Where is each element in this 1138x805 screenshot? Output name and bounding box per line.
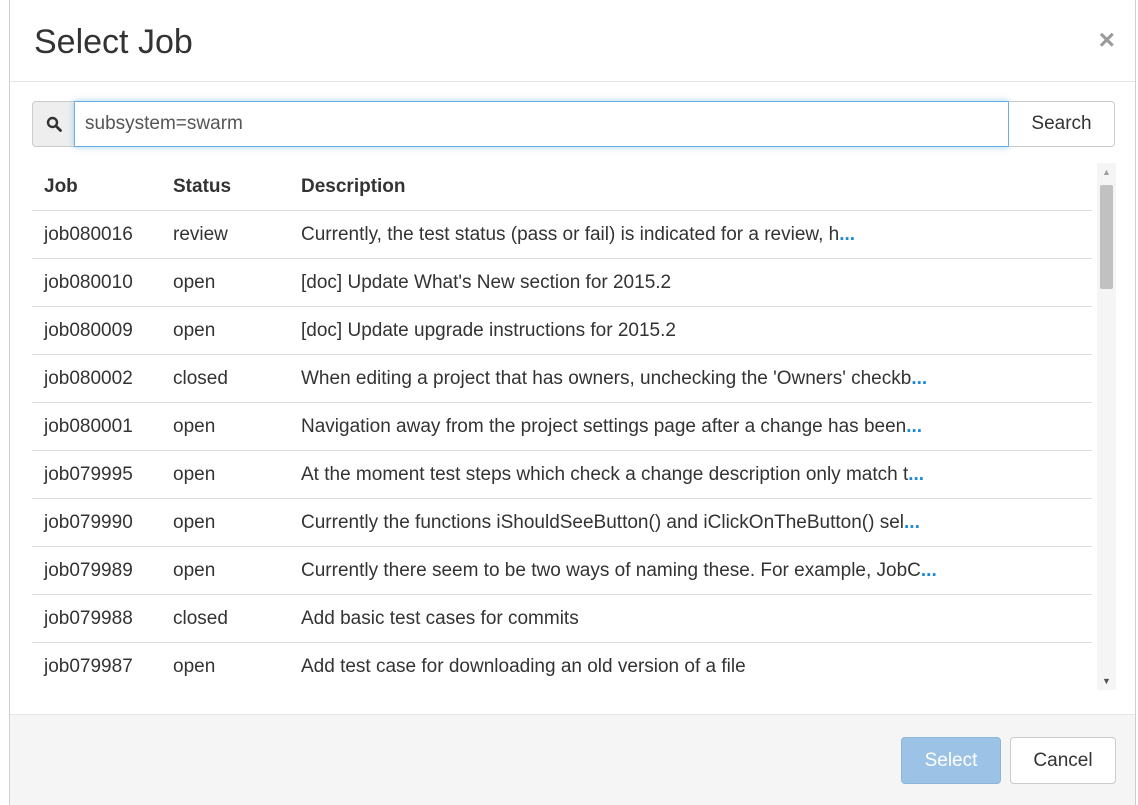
dialog-title: Select Job bbox=[34, 23, 193, 61]
table-row[interactable]: job080002 closed When editing a project … bbox=[32, 354, 1092, 403]
job-description: Currently the functions iShouldSeeButton… bbox=[289, 498, 1092, 547]
description-text: Currently the functions iShouldSeeButton… bbox=[301, 511, 905, 533]
job-description: Add test case for downloading an old ver… bbox=[289, 642, 1092, 690]
description-text: When editing a project that has owners, … bbox=[301, 367, 912, 389]
search-icon bbox=[32, 101, 74, 147]
description-text: [doc] Update upgrade instructions for 20… bbox=[301, 319, 676, 341]
search-bar: Search bbox=[32, 101, 1115, 147]
job-id: job079987 bbox=[32, 642, 161, 690]
more-ellipsis[interactable]: ... bbox=[911, 368, 927, 389]
dialog-footer: Select Cancel bbox=[10, 714, 1135, 805]
description-text: Currently, the test status (pass or fail… bbox=[301, 223, 840, 245]
dialog-header: Select Job × bbox=[10, 0, 1135, 82]
job-status: closed bbox=[161, 354, 289, 403]
close-button[interactable]: × bbox=[1099, 26, 1115, 54]
more-ellipsis[interactable]: ... bbox=[908, 464, 924, 485]
job-description: Navigation away from the project setting… bbox=[289, 402, 1092, 451]
select-job-dialog: Select Job × Search Job Status Descripti… bbox=[9, 0, 1136, 805]
job-description: At the moment test steps which check a c… bbox=[289, 450, 1092, 499]
job-id: job080002 bbox=[32, 354, 161, 403]
description-text: [doc] Update What's New section for 2015… bbox=[301, 271, 672, 293]
column-header-description: Description bbox=[289, 163, 1092, 211]
table-row[interactable]: job080010 open [doc] Update What's New s… bbox=[32, 258, 1092, 307]
job-description: Currently there seem to be two ways of n… bbox=[289, 546, 1092, 595]
more-ellipsis[interactable]: ... bbox=[921, 560, 937, 581]
table-row[interactable]: job079995 open At the moment test steps … bbox=[32, 450, 1092, 499]
description-text: Add basic test cases for commits bbox=[301, 607, 579, 629]
job-description: Currently, the test status (pass or fail… bbox=[289, 210, 1092, 259]
jobs-table: Job Status Description job080016 review … bbox=[32, 163, 1092, 690]
job-status: open bbox=[161, 642, 289, 690]
search-input[interactable] bbox=[74, 101, 1009, 147]
table-row[interactable]: job079987 open Add test case for downloa… bbox=[32, 642, 1092, 690]
job-description: [doc] Update upgrade instructions for 20… bbox=[289, 306, 1092, 355]
table-row[interactable]: job080001 open Navigation away from the … bbox=[32, 402, 1092, 451]
more-ellipsis[interactable]: ... bbox=[904, 512, 920, 533]
job-description: When editing a project that has owners, … bbox=[289, 354, 1092, 403]
job-id: job080001 bbox=[32, 402, 161, 451]
description-text: At the moment test steps which check a c… bbox=[301, 463, 909, 485]
description-text: Currently there seem to be two ways of n… bbox=[301, 559, 921, 581]
job-id: job080009 bbox=[32, 306, 161, 355]
description-text: Navigation away from the project setting… bbox=[301, 415, 907, 437]
table-row[interactable]: job080009 open [doc] Update upgrade inst… bbox=[32, 306, 1092, 355]
jobs-table-container[interactable]: Job Status Description job080016 review … bbox=[32, 163, 1117, 690]
job-status: open bbox=[161, 450, 289, 499]
search-button[interactable]: Search bbox=[1009, 101, 1115, 147]
job-id: job079995 bbox=[32, 450, 161, 499]
more-ellipsis[interactable]: ... bbox=[906, 416, 922, 437]
job-description: Add basic test cases for commits bbox=[289, 594, 1092, 643]
table-row[interactable]: job079988 closed Add basic test cases fo… bbox=[32, 594, 1092, 643]
job-id: job079989 bbox=[32, 546, 161, 595]
job-status: closed bbox=[161, 594, 289, 643]
job-description: [doc] Update What's New section for 2015… bbox=[289, 258, 1092, 307]
table-header-row: Job Status Description bbox=[32, 163, 1092, 211]
job-status: review bbox=[161, 210, 289, 259]
job-id: job079990 bbox=[32, 498, 161, 547]
job-status: open bbox=[161, 258, 289, 307]
column-header-job: Job bbox=[32, 163, 161, 211]
description-text: Add test case for downloading an old ver… bbox=[301, 655, 746, 677]
cancel-button[interactable]: Cancel bbox=[1010, 737, 1116, 784]
job-status: open bbox=[161, 306, 289, 355]
table-row[interactable]: job079990 open Currently the functions i… bbox=[32, 498, 1092, 547]
job-id: job079988 bbox=[32, 594, 161, 643]
job-id: job080016 bbox=[32, 210, 161, 259]
table-scrollbar[interactable]: ▲ ▼ bbox=[1097, 163, 1116, 690]
table-row[interactable]: job079989 open Currently there seem to b… bbox=[32, 546, 1092, 595]
select-button[interactable]: Select bbox=[901, 737, 1001, 784]
scroll-down-arrow-icon[interactable]: ▼ bbox=[1097, 672, 1116, 690]
job-status: open bbox=[161, 498, 289, 547]
job-status: open bbox=[161, 402, 289, 451]
column-header-status: Status bbox=[161, 163, 289, 211]
scroll-up-arrow-icon[interactable]: ▲ bbox=[1097, 163, 1116, 181]
job-status: open bbox=[161, 546, 289, 595]
job-id: job080010 bbox=[32, 258, 161, 307]
scrollbar-thumb[interactable] bbox=[1100, 185, 1113, 289]
more-ellipsis[interactable]: ... bbox=[839, 224, 855, 245]
table-row[interactable]: job080016 review Currently, the test sta… bbox=[32, 210, 1092, 259]
